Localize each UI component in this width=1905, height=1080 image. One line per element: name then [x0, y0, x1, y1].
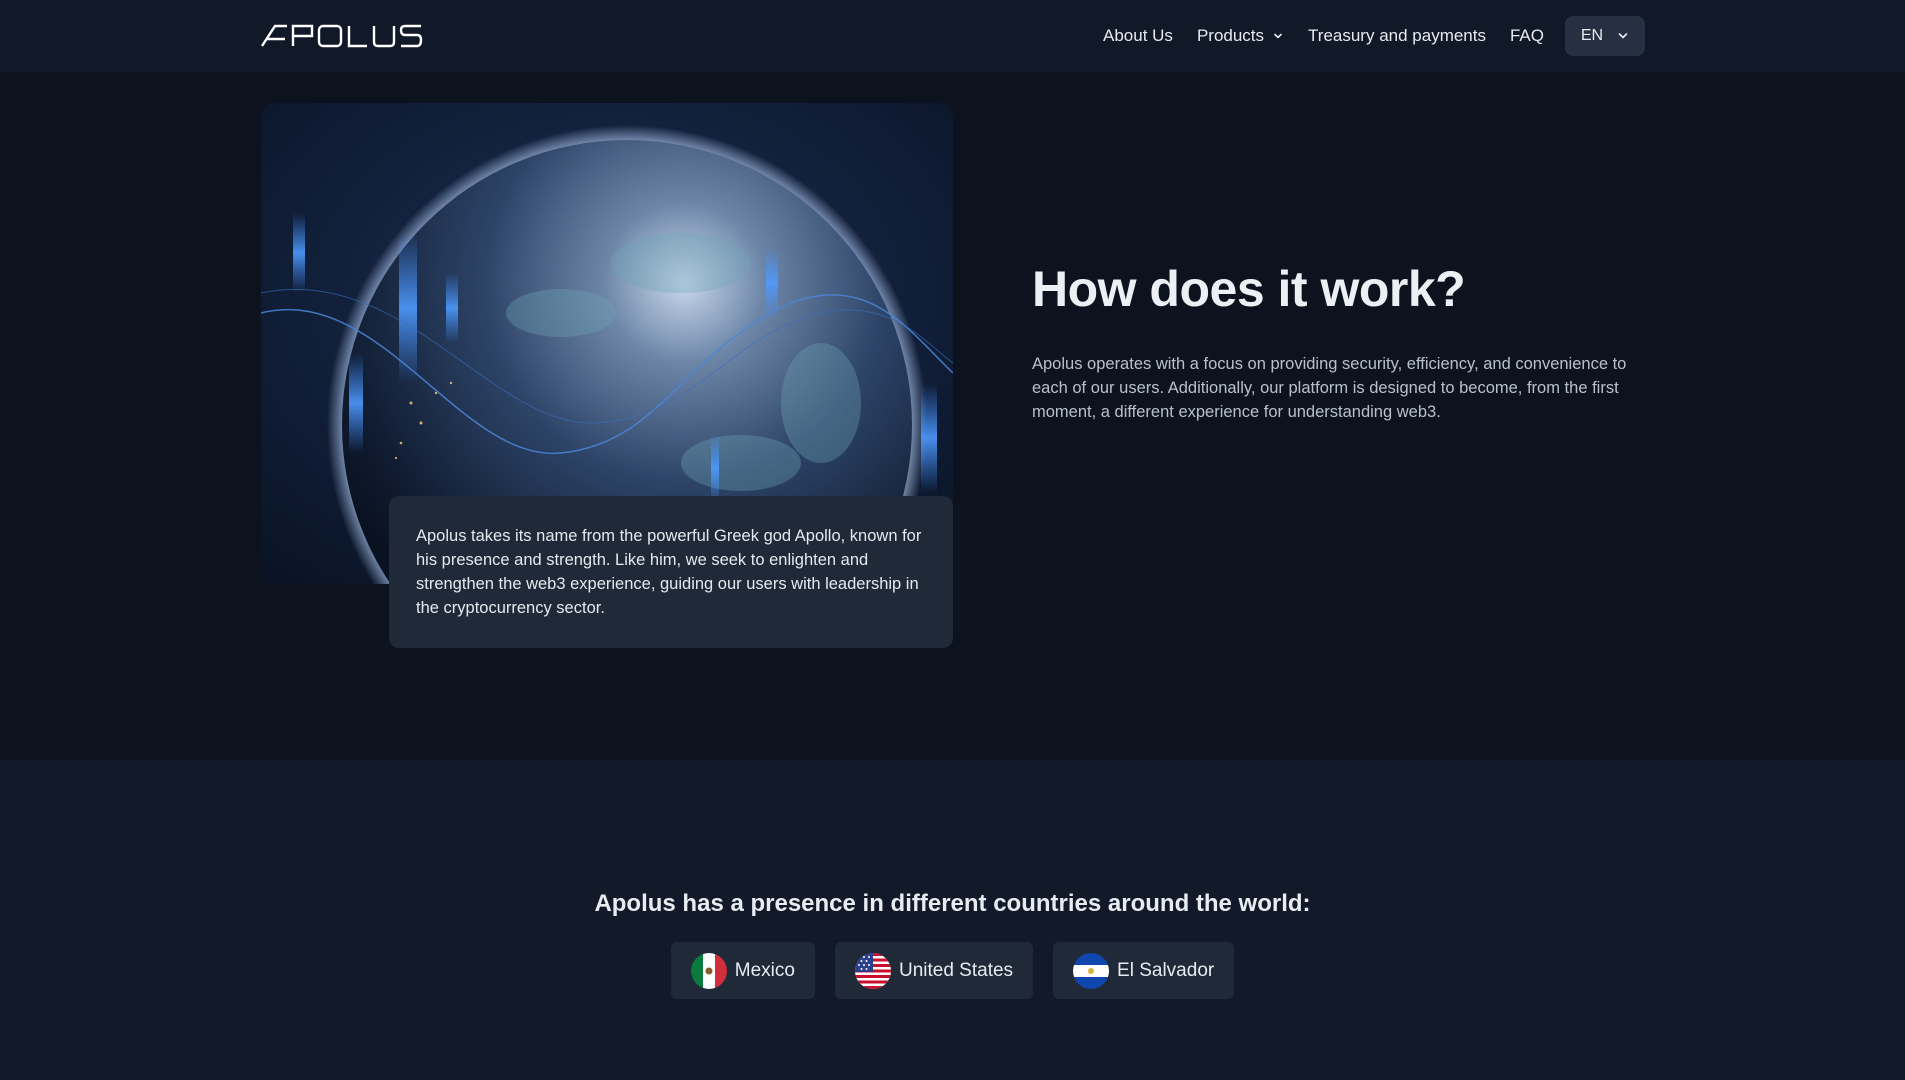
language-label: EN — [1580, 27, 1604, 44]
usa-flag-icon — [854, 952, 891, 989]
country-name: El Salvador — [1117, 959, 1215, 981]
presence-title: Apolus has a presence in different count… — [594, 890, 1311, 917]
apollo-quote-text: Apolus takes its name from the powerful … — [416, 527, 922, 617]
apolus-logo[interactable] — [261, 24, 423, 48]
el-salvador-flag-icon — [1073, 952, 1110, 989]
language-selector[interactable]: EN — [1565, 16, 1645, 56]
country-name: Mexico — [734, 959, 795, 981]
country-united-states[interactable]: United States — [834, 942, 1034, 999]
mexico-flag-icon — [690, 952, 727, 989]
nav-faq[interactable]: FAQ — [1510, 26, 1544, 46]
top-navigation-bar: About Us Products Treasury and payments … — [0, 0, 1905, 72]
country-name: United States — [898, 959, 1014, 981]
how-it-works-title: How does it work? — [1032, 261, 1466, 317]
nav-products-dropdown[interactable]: Products — [1197, 26, 1284, 46]
how-it-works-description: Apolus operates with a focus on providin… — [1032, 355, 1627, 421]
country-list: Mexico United States El Salvador — [0, 942, 1905, 999]
chevron-down-icon — [1618, 33, 1628, 39]
presence-section — [0, 760, 1905, 1080]
nav-about-us[interactable]: About Us — [1103, 26, 1173, 46]
nav-treasury-payments[interactable]: Treasury and payments — [1308, 26, 1486, 46]
country-el-salvador[interactable]: El Salvador — [1053, 942, 1235, 999]
apollo-quote-card: Apolus takes its name from the powerful … — [389, 496, 953, 648]
main-nav: About Us Products Treasury and payments … — [1103, 16, 1645, 56]
chevron-down-icon — [1274, 33, 1282, 39]
nav-products-label: Products — [1196, 26, 1265, 45]
country-mexico[interactable]: Mexico — [670, 942, 815, 999]
